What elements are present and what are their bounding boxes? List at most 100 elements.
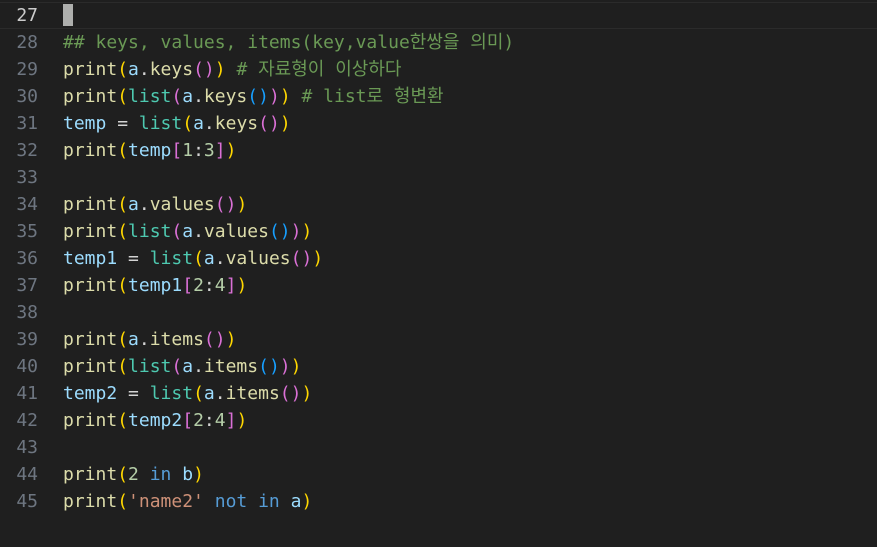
code-token: print	[63, 275, 118, 296]
code-token: items	[203, 356, 259, 377]
code-text[interactable]: print(2 in b)	[63, 461, 204, 488]
code-token: )	[290, 221, 302, 242]
code-token: [	[171, 140, 183, 161]
code-text[interactable]: print('name2' not in a)	[63, 488, 312, 515]
code-text[interactable]: print(list(a.values()))	[63, 218, 312, 245]
code-line[interactable]: 32 print(temp[1:3])	[0, 137, 877, 164]
code-token: =	[106, 113, 139, 134]
code-text[interactable]: print(temp1[2:4])	[63, 272, 247, 299]
code-token: 4	[214, 410, 226, 431]
code-text[interactable]: print(temp[1:3])	[63, 137, 236, 164]
code-token: a	[193, 113, 204, 134]
code-text[interactable]: temp = list(a.keys())	[63, 110, 291, 137]
line-number: 44	[16, 464, 38, 485]
code-token: ()	[258, 113, 280, 134]
code-text[interactable]: ## keys, values, items(key,value한쌍을 의미)	[63, 29, 514, 56]
line-number: 32	[16, 140, 38, 161]
line-number: 41	[16, 383, 38, 404]
code-token: print	[63, 194, 118, 215]
code-line[interactable]: 28 ## keys, values, items(key,value한쌍을 의미…	[0, 29, 877, 56]
code-line[interactable]: 37 print(temp1[2:4])	[0, 272, 877, 299]
code-token: )	[279, 86, 291, 107]
line-number: 33	[16, 167, 38, 188]
code-token: list	[149, 383, 194, 404]
code-token: b	[182, 464, 194, 485]
line-number: 36	[16, 248, 38, 269]
code-token: (	[117, 275, 129, 296]
code-token: temp1	[63, 248, 118, 269]
code-line[interactable]: 29 print(a.keys()) # 자료형이 이상하다	[0, 56, 877, 83]
code-token: :	[203, 275, 215, 296]
code-text[interactable]: temp1 = list(a.values())	[63, 245, 323, 272]
code-token: print	[63, 464, 118, 485]
code-token: )	[279, 356, 291, 377]
code-token: temp2	[63, 383, 118, 404]
code-line[interactable]: 43	[0, 434, 877, 461]
line-number: 38	[16, 302, 38, 323]
code-line[interactable]: 30 print(list(a.keys())) # list로 형변환	[0, 83, 877, 110]
code-token: (	[193, 248, 204, 269]
code-text[interactable]: temp2 = list(a.items())	[63, 380, 312, 407]
code-token: ()	[290, 248, 313, 269]
code-token: .	[138, 59, 150, 80]
code-token: (	[117, 59, 129, 80]
current-line[interactable]: 27	[0, 2, 877, 29]
code-text[interactable]: print(list(a.keys())) # list로 형변환	[63, 83, 444, 110]
code-line[interactable]: 36 temp1 = list(a.values())	[0, 245, 877, 272]
code-line[interactable]: 42 print(temp2[2:4])	[0, 407, 877, 434]
code-token: .	[214, 248, 226, 269]
code-token: 2	[193, 410, 204, 431]
code-token: (	[117, 464, 129, 485]
code-line[interactable]: 45 print('name2' not in a)	[0, 488, 877, 515]
code-token: list	[128, 221, 172, 242]
code-token: print	[63, 356, 118, 377]
code-token: ()	[203, 329, 226, 350]
code-text[interactable]: print(a.items())	[63, 326, 236, 353]
code-token: ]	[225, 410, 237, 431]
code-line[interactable]: 34 print(a.values())	[0, 191, 877, 218]
code-line[interactable]: 33	[0, 164, 877, 191]
line-number: 30	[16, 86, 38, 107]
code-token: (	[182, 113, 194, 134]
code-token: values	[225, 248, 291, 269]
code-token: temp	[128, 140, 172, 161]
line-number: 43	[16, 437, 38, 458]
code-token: )	[312, 248, 324, 269]
line-number: 39	[16, 329, 38, 350]
code-text[interactable]: print(a.values())	[63, 191, 247, 218]
code-token: list	[128, 356, 172, 377]
code-token: temp1	[128, 275, 183, 296]
code-line[interactable]: 38	[0, 299, 877, 326]
code-line[interactable]: 44 print(2 in b)	[0, 461, 877, 488]
code-token: print	[63, 491, 118, 512]
line-number: 34	[16, 194, 38, 215]
code-text[interactable]: print(temp2[2:4])	[63, 407, 247, 434]
code-line[interactable]: 39 print(a.items())	[0, 326, 877, 353]
code-token: 4	[214, 275, 226, 296]
code-token: (	[117, 410, 129, 431]
code-token: print	[63, 59, 118, 80]
code-text[interactable]: print(list(a.items()))	[63, 353, 301, 380]
code-line[interactable]: 41 temp2 = list(a.items())	[0, 380, 877, 407]
code-text[interactable]: print(a.keys()) # 자료형이 이상하다	[63, 56, 401, 83]
code-token: =	[117, 248, 150, 269]
code-text[interactable]	[63, 3, 73, 28]
code-editor[interactable]: 27 28 ## keys, values, items(key,value한쌍을 …	[0, 0, 877, 547]
code-token: (	[117, 329, 129, 350]
code-token: )	[279, 113, 291, 134]
code-token: a	[290, 491, 302, 512]
code-token: 'name2'	[128, 491, 204, 512]
line-number: 35	[16, 221, 38, 242]
code-token: values	[149, 194, 215, 215]
line-number: 27	[16, 5, 38, 26]
code-token: a	[182, 86, 194, 107]
code-line[interactable]: 40 print(list(a.items()))	[0, 353, 877, 380]
code-token: (	[171, 221, 183, 242]
code-line[interactable]: 31 temp = list(a.keys())	[0, 110, 877, 137]
code-token: .	[203, 113, 215, 134]
code-line[interactable]: 35 print(list(a.values()))	[0, 218, 877, 245]
code-token: )	[236, 410, 248, 431]
code-token: )	[290, 356, 302, 377]
code-token: 2	[128, 464, 139, 485]
